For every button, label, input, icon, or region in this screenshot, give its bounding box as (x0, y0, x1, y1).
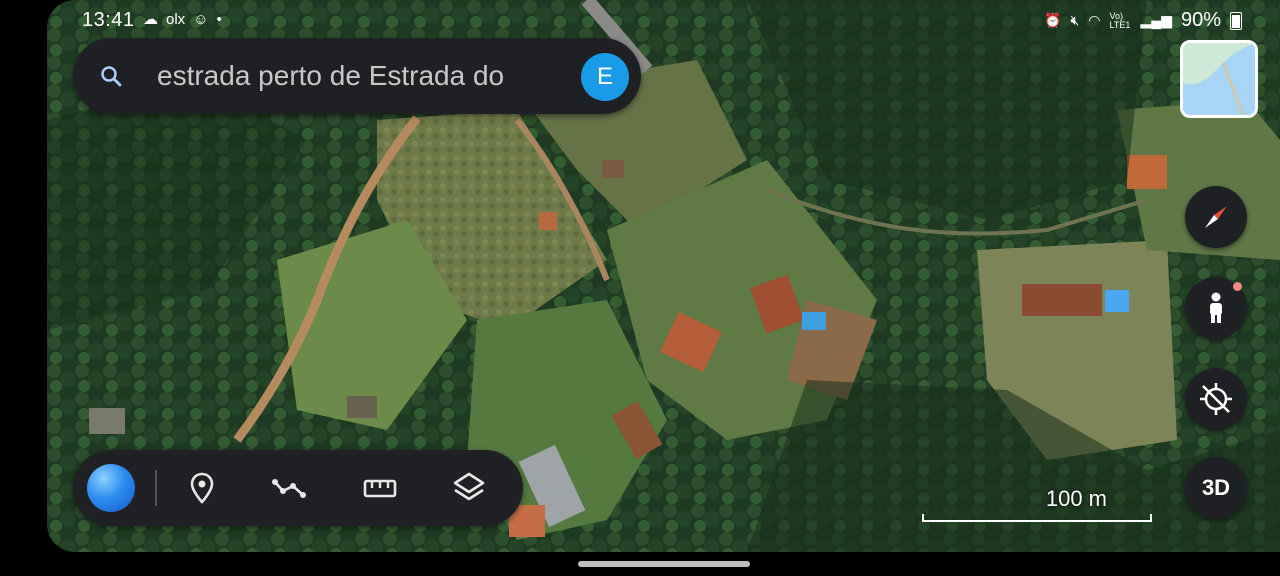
toolbar-divider (155, 470, 157, 506)
place-marker-icon[interactable] (184, 470, 220, 506)
app-screen: 13:41 ☁ olx ☺ • ⏰ 🔇︎ ◠ Vo) LTE1 ▂▄▆ 90% … (47, 0, 1280, 552)
ruler-icon[interactable] (362, 470, 398, 506)
account-avatar[interactable]: E (581, 53, 629, 101)
minimap-thumbnail[interactable] (1180, 40, 1258, 118)
scale-line (922, 514, 1152, 522)
path-icon[interactable] (271, 470, 307, 506)
street-view-indicator (1233, 282, 1242, 291)
gesture-nav-bar[interactable] (578, 561, 750, 567)
wifi-icon: ◠ (1088, 12, 1101, 28)
bottom-toolbar (73, 450, 523, 526)
alarm-icon: ⏰ (1044, 12, 1062, 28)
battery-icon (1230, 11, 1242, 30)
battery-percent: 90% (1180, 9, 1221, 31)
notification-icons: ☁ olx ☺ • (143, 10, 222, 29)
search-icon[interactable] (99, 64, 123, 88)
notification-dot-icon: • (216, 10, 222, 28)
search-bar[interactable]: estrada perto de Estrada do E (73, 38, 641, 114)
olx-icon: olx (166, 10, 186, 28)
status-time: 13:41 (82, 9, 135, 31)
weather-icon: ☁ (143, 11, 158, 28)
notification-icon: ☺ (193, 10, 209, 28)
compass-icon (1205, 206, 1227, 228)
signal-icon: ▂▄▆ (1140, 12, 1172, 28)
location-off-icon (1200, 383, 1232, 415)
system-icons: ⏰ 🔇︎ ◠ Vo) LTE1 ▂▄▆ 90% (1044, 9, 1242, 32)
compass-button[interactable] (1185, 186, 1247, 248)
layers-icon[interactable] (451, 470, 487, 506)
scale-label: 100 m (1045, 486, 1107, 511)
earth-icon[interactable] (87, 464, 135, 512)
three-d-button[interactable]: 3D (1185, 457, 1247, 519)
status-bar: 13:41 ☁ olx ☺ • ⏰ 🔇︎ ◠ Vo) LTE1 ▂▄▆ 90% (47, 6, 1280, 34)
my-location-button[interactable] (1185, 368, 1247, 430)
mute-icon: 🔇︎ (1070, 12, 1080, 28)
scale-bar: 100 m (922, 482, 1152, 526)
pegman-icon (1210, 292, 1222, 323)
network-label: Vo) LTE1 (1109, 10, 1131, 30)
search-input[interactable]: estrada perto de Estrada do (157, 60, 557, 92)
